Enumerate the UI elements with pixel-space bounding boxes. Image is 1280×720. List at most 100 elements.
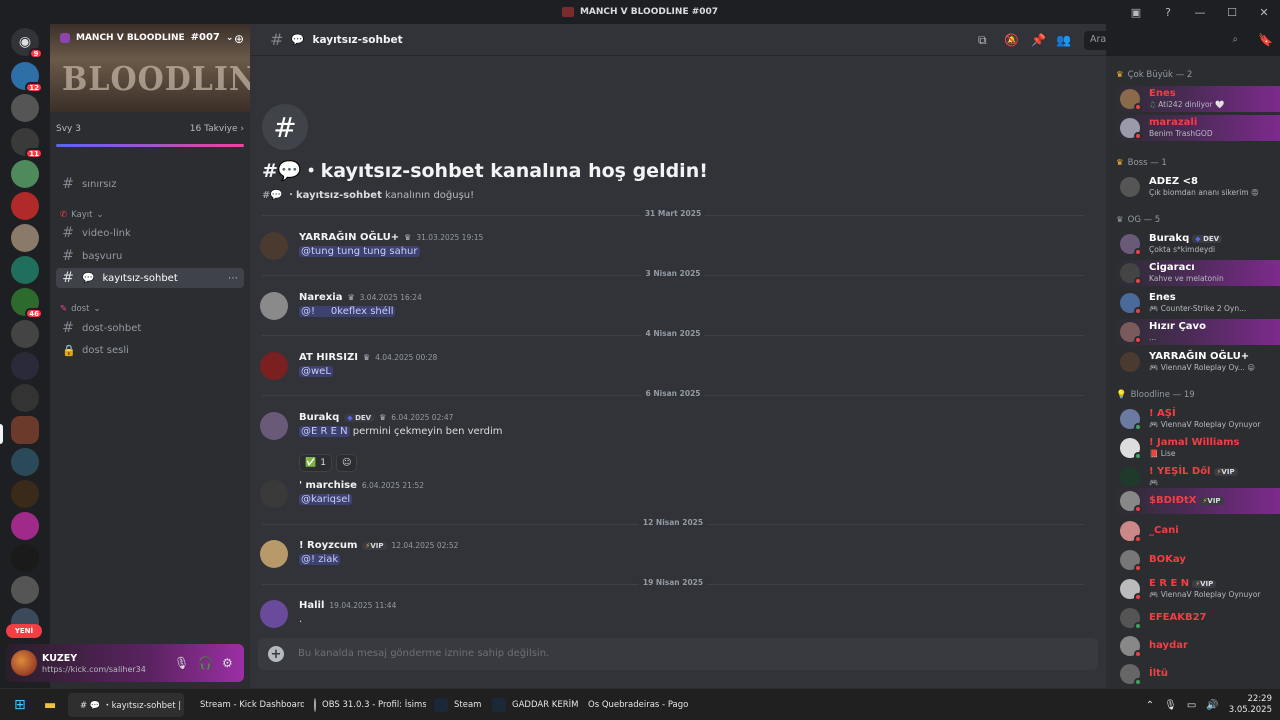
channel-dost-sohbet[interactable]: # dost-sohbet [56, 318, 244, 338]
microphone-icon[interactable]: 🎙 [1164, 700, 1177, 711]
avatar[interactable] [260, 352, 288, 380]
invite-icon[interactable]: ⊕ [234, 32, 244, 46]
member-item[interactable]: ! Jamal Williams 📕 Lise [1112, 435, 1280, 461]
new-badge[interactable]: YENİ [6, 624, 42, 638]
inbox-icon[interactable]: 🔖 [1258, 33, 1273, 47]
message-author[interactable]: Halil [299, 600, 324, 611]
avatar[interactable] [260, 540, 288, 568]
member-item[interactable]: Cigaracı Kahve ve melatonin [1112, 260, 1280, 286]
member-item[interactable]: YARRAĞIN OĞLU+ 🎮 ViennaV Roleplay Oy... 😛 [1112, 349, 1280, 375]
chevron-up-icon[interactable]: ⌃ [1146, 700, 1154, 711]
server-icon[interactable] [11, 576, 39, 604]
mute-icon[interactable]: 🔕 [1004, 33, 1019, 47]
avatar[interactable] [260, 480, 288, 508]
channel-basvuru[interactable]: # başvuru [56, 246, 244, 266]
avatar[interactable] [260, 412, 288, 440]
server-icon-bloodline[interactable] [11, 416, 39, 444]
member-item[interactable]: EFEAKB27 [1112, 605, 1280, 631]
taskbar-steam-chat[interactable]: GADDAR KERİM [486, 693, 584, 717]
taskbar-steam[interactable]: Steam [428, 693, 487, 717]
gear-icon[interactable]: ⚙ [222, 656, 233, 670]
direct-messages-icon[interactable]: ◉ 9 [11, 28, 43, 59]
reaction-check[interactable]: ✅ 1 [299, 454, 332, 472]
server-icon[interactable] [11, 256, 39, 284]
channel-sinirsiz[interactable]: # sınırsız [56, 174, 244, 194]
channel-dost-sesli[interactable]: 🔒 dost sesli [56, 340, 244, 360]
close-button[interactable]: ✕ [1248, 0, 1280, 24]
server-icon[interactable] [11, 192, 39, 220]
member-item[interactable]: ADEZ <8 Çık bіomdan ananı sikerim 😡 [1112, 174, 1280, 200]
member-item[interactable]: Enes 🎮 Counter-Strike 2 Oyn... [1112, 290, 1280, 316]
server-icon[interactable] [11, 384, 39, 412]
server-icon[interactable] [11, 512, 39, 540]
member-item[interactable]: haydar [1112, 633, 1280, 659]
message-author[interactable]: YARRAĞIN OĞLU+ [299, 232, 399, 243]
message-author[interactable]: AT HIRSIZI [299, 352, 358, 363]
members-icon[interactable]: 👥 [1056, 33, 1071, 47]
member-item[interactable]: ! YEŞİL Dől ⚡VIP 🎮 [1112, 464, 1280, 490]
category-kayit[interactable]: ✆ Kayıt ⌄ [60, 210, 104, 220]
member-item[interactable]: İltü [1112, 661, 1280, 687]
mention[interactable]: @! ziak [299, 554, 341, 565]
mention[interactable]: @E R E N [299, 426, 350, 437]
member-item[interactable]: ! AŞİ 🎮 ViennaV Roleplay Oynuyor [1112, 406, 1280, 432]
server-icon[interactable] [11, 480, 39, 508]
mention[interactable]: @kariqsel [299, 494, 353, 505]
mention[interactable]: @weL [299, 366, 333, 377]
maximize-button[interactable]: ☐ [1216, 0, 1248, 24]
server-icon[interactable]: 11 [11, 128, 43, 159]
server-icon[interactable] [11, 544, 39, 572]
avatar[interactable] [260, 292, 288, 320]
member-item[interactable]: E R E N ⚡VIP 🎮 ViennaV Roleplay Oynuyor [1112, 576, 1280, 602]
server-icon[interactable] [11, 320, 39, 348]
display-icon[interactable]: ▭ [1187, 700, 1196, 711]
member-item[interactable]: _Cani [1112, 518, 1280, 544]
server-icon[interactable] [11, 160, 39, 188]
channel-kayitsiz-sohbet[interactable]: # 💬 kayıtsız-sohbet ⋯ [56, 268, 244, 288]
minimize-button[interactable]: — [1184, 0, 1216, 24]
message-author[interactable]: ! Royzcum [299, 540, 357, 551]
taskbar-chrome[interactable]: Stream - Kick Dashboard [188, 693, 304, 717]
server-icon[interactable] [11, 352, 39, 380]
inbox-icon[interactable]: ▣ [1120, 0, 1152, 24]
mention[interactable]: @tung tung tung sahur [299, 246, 420, 257]
avatar[interactable] [11, 650, 37, 676]
member-item[interactable]: marazali Benim TrashGOD [1112, 115, 1280, 141]
help-icon[interactable]: ? [1152, 0, 1184, 24]
taskbar-discord[interactable]: # 💬 ・kayıtsız-sohbet | M [68, 693, 184, 717]
volume-icon[interactable]: 🔊 [1206, 700, 1218, 711]
taskbar-obs[interactable]: OBS 31.0.3 - Profil: İsims [308, 693, 426, 717]
add-reaction-button[interactable]: ☺ [335, 454, 358, 472]
server-icon[interactable] [11, 448, 39, 476]
search-input[interactable]: Ara ⌕ [1084, 31, 1244, 50]
headphones-icon[interactable]: 🎧 [198, 656, 213, 670]
pin-icon[interactable]: 📌 [1031, 33, 1046, 47]
file-explorer-button[interactable]: ▬ [38, 693, 62, 717]
member-item[interactable]: Burakq ◆ DEV Çokta s*kimdeydi [1112, 231, 1280, 257]
clock[interactable]: 22:29 3.05.2025 [1229, 694, 1272, 716]
category-dost[interactable]: ✎ dost ⌄ [60, 304, 101, 314]
member-item[interactable]: $BDIĐtX ⚡VIP [1112, 488, 1280, 514]
message-author[interactable]: Burakq [299, 412, 339, 423]
member-item[interactable]: Enes ♫ Ati242 dinliyor 🤍 [1112, 86, 1280, 112]
threads-icon[interactable]: ⧉ [978, 33, 987, 48]
more-icon[interactable]: ⋯ [228, 273, 238, 284]
taskbar-spotify[interactable]: Os Quebradeiras - Pago [576, 693, 692, 717]
member-item[interactable]: Hızır Çavo... [1112, 319, 1280, 345]
boost-progress[interactable]: Svy 3 16 Takviye › [56, 124, 244, 134]
start-button[interactable]: ⊞ [8, 693, 32, 717]
avatar[interactable] [260, 600, 288, 628]
message-author[interactable]: Narexia [299, 292, 342, 303]
member-item[interactable]: BOKay [1112, 547, 1280, 573]
plus-icon[interactable]: + [268, 646, 284, 662]
channel-video-link[interactable]: # video-link [56, 223, 244, 243]
message-composer[interactable]: + Bu kanalda mesaj gönderme iznine sahip… [258, 638, 1098, 670]
server-icon[interactable]: 12 [11, 62, 43, 93]
avatar[interactable] [260, 232, 288, 260]
server-banner[interactable]: BLOODLINE MANCH V BLOODLINE #007 ⌄ ⊕ [50, 24, 250, 112]
server-icon[interactable] [11, 224, 39, 252]
microphone-icon[interactable]: 🎙 [174, 656, 189, 670]
server-icon[interactable]: 46 [11, 288, 43, 319]
mention[interactable]: @! 0keflex shéll [299, 306, 396, 317]
message-author[interactable]: ' marchise [299, 480, 357, 491]
